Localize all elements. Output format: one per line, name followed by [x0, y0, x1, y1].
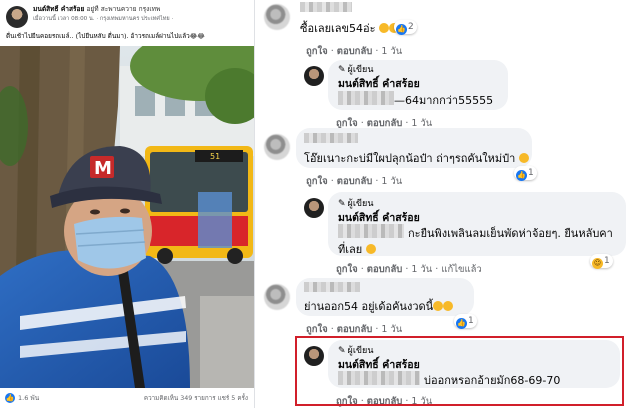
post-header: มนต์สิทธิ์ คำสร้อย อยู่ที่ สะพานควาย กรุ… [0, 0, 254, 46]
comment-actions: ถูกใจ · ตอบกลับ · 1 วัน [306, 46, 403, 57]
reaction-count[interactable]: 1.6 พัน [18, 393, 39, 403]
post-photo[interactable]: 51 M [0, 46, 254, 388]
author-avatar[interactable] [304, 198, 324, 218]
post-location[interactable]: อยู่ที่ สะพานควาย กรุงเทพ [86, 5, 160, 13]
bus-number: 51 [210, 152, 220, 161]
reply-author-name[interactable]: มนต์สิทธิ์ คำสร้อย [338, 75, 420, 92]
blurred-name [304, 133, 358, 143]
comment-text: ซื้อเลยเลข54อ่ะ [300, 19, 400, 37]
laugh-emoji-icon [379, 23, 390, 33]
reaction-badge[interactable]: 👍 2 [394, 20, 417, 35]
reaction-badge[interactable]: 👍 1 [454, 314, 477, 329]
facebook-post: มนต์สิทธิ์ คำสร้อย อยู่ที่ สะพานควาย กรุ… [0, 0, 255, 408]
commenter-avatar[interactable] [264, 284, 290, 310]
post-footer: 👍 1.6 พัน ความคิดเห็น 349 รายการ แชร์ 5 … [0, 388, 254, 408]
reply-text: —64มากกว่า55555 [394, 94, 494, 107]
pencil-icon: ✎ [338, 65, 346, 75]
grin-emoji-icon [518, 153, 529, 163]
commenter-avatar[interactable] [264, 134, 290, 160]
blurred-mention [338, 91, 394, 105]
highlight-box [295, 336, 624, 406]
reply-link[interactable]: ตอบกลับ [337, 176, 373, 187]
comment-actions: ถูกใจ · ตอบกลับ · 1 วัน [306, 324, 403, 335]
reply-link[interactable]: ตอบกลับ [337, 324, 373, 335]
reaction-badge[interactable]: ☺ 1 [590, 254, 613, 269]
reaction-badge[interactable]: 👍 1 [514, 166, 537, 181]
comment-time[interactable]: 1 วัน [381, 176, 402, 187]
laugh-emoji-icon [433, 301, 444, 311]
comment-text: โอ๊ยเนาะกะบ่มีใผปลุกน้อป๋า ถ่าๆรถคันใหม่… [304, 149, 529, 167]
reply-text-line1: กะยืนพิงเพลินลมเย็นพัดห่าจ้อยๆ. ยืนหลับค… [408, 227, 613, 240]
reply-text-line2: ที่เลย [338, 240, 376, 258]
edited-label[interactable]: แก้ไขแล้ว [441, 264, 481, 275]
comment-time[interactable]: 1 วัน [381, 46, 402, 57]
reply-link[interactable]: ตอบกลับ [367, 264, 403, 275]
post-author-name[interactable]: มนต์สิทธิ์ คำสร้อย [33, 5, 84, 13]
author-avatar[interactable] [6, 6, 28, 28]
author-avatar[interactable] [304, 66, 324, 86]
like-icon: 👍 [456, 318, 467, 329]
blurred-name [304, 282, 360, 292]
sweat-emoji-icon [365, 244, 376, 254]
like-icon: 👍 [396, 24, 407, 35]
comment-time[interactable]: 1 วัน [411, 264, 432, 275]
like-link[interactable]: ถูกใจ [306, 324, 328, 335]
comment-time[interactable]: 1 วัน [381, 324, 402, 335]
like-link[interactable]: ถูกใจ [306, 46, 328, 57]
commenter-avatar[interactable] [264, 4, 290, 30]
post-stats[interactable]: ความคิดเห็น 349 รายการ แชร์ 5 ครั้ง [144, 393, 248, 403]
like-link[interactable]: ถูกใจ [306, 176, 328, 187]
comment-actions: ถูกใจ · ตอบกลับ · 1 วัน [306, 176, 403, 187]
author-tag: ✎ ผู้เขียน [338, 65, 374, 75]
pencil-icon: ✎ [338, 199, 346, 209]
like-link[interactable]: ถูกใจ [336, 264, 358, 275]
post-timestamp[interactable]: เมื่อวานนี้ เวลา 08:00 น. · กรุงเทพมหานค… [33, 15, 173, 23]
laugh-emoji-icon [443, 301, 454, 311]
like-icon: 👍 [516, 170, 527, 181]
author-tag: ✎ ผู้เขียน [338, 199, 374, 209]
blurred-mention [338, 224, 404, 238]
reply-link[interactable]: ตอบกลับ [337, 46, 373, 57]
comment-text: ย่านออก54 อยู่เด้อคันงวดนี้ [304, 297, 454, 315]
post-caption: ตื่นเช้าไปยืนคอยรถเมล์.. (ไปยืนหลับ ตื่น… [6, 32, 205, 40]
cap-letter: M [94, 158, 112, 179]
selfie-photo: 51 M [0, 46, 254, 388]
haha-icon: ☺ [592, 258, 603, 269]
like-reaction-icon[interactable]: 👍 [5, 393, 15, 403]
comment-actions: ถูกใจ · ตอบกลับ · 1 วัน · แก้ไขแล้ว [336, 264, 482, 275]
